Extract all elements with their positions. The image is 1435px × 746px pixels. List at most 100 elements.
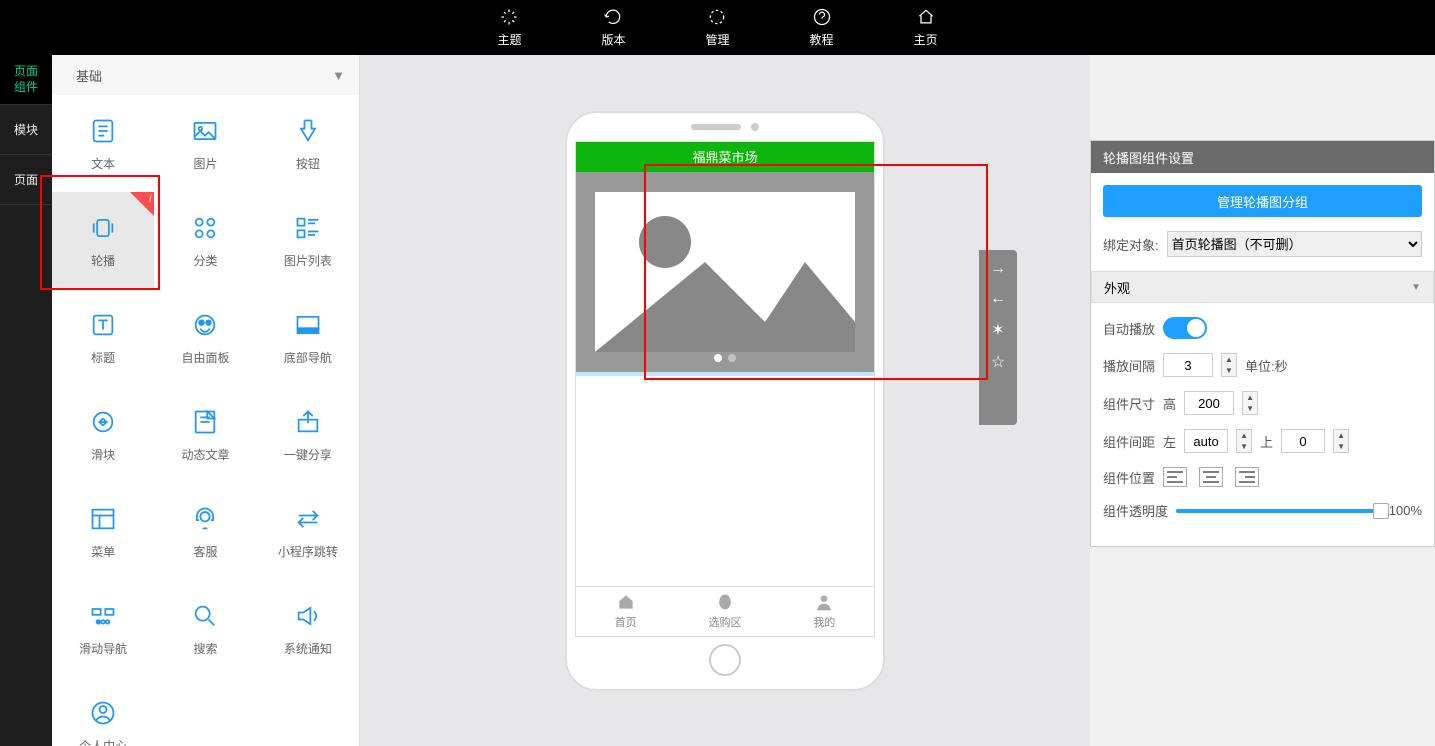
leftbar-page-widgets[interactable]: 页面 组件: [0, 55, 52, 105]
component-label: 系统通知: [284, 640, 332, 657]
action-back-icon[interactable]: ←: [990, 290, 1006, 308]
component-label: 搜索: [193, 640, 217, 657]
component-carousel[interactable]: 轮播: [52, 192, 154, 289]
align-center-button[interactable]: [1199, 467, 1223, 487]
align-right-button[interactable]: [1235, 467, 1259, 487]
interval-input[interactable]: [1163, 353, 1213, 377]
opacity-value: 100%: [1389, 503, 1422, 518]
topbar-version[interactable]: 版本: [601, 7, 625, 48]
phone-tab-shop[interactable]: 选购区: [675, 587, 774, 636]
component-slider[interactable]: 滑块: [52, 386, 154, 483]
action-settings-icon[interactable]: ✶: [991, 320, 1004, 340]
carousel-preview[interactable]: [576, 172, 874, 372]
share-icon: [292, 406, 324, 438]
component-freepanel[interactable]: 自由面板: [154, 289, 256, 386]
chevron-down-icon: ▼: [332, 68, 345, 83]
topbar-manage[interactable]: 管理: [705, 7, 729, 48]
topbar-manage-label: 管理: [705, 31, 729, 48]
appearance-section-header[interactable]: 外观 ▼: [1091, 271, 1434, 303]
interval-label: 播放间隔: [1103, 356, 1155, 375]
margin-left-input[interactable]: [1184, 429, 1228, 453]
category-icon: [189, 212, 221, 244]
left-sidebar: 页面 组件 模块 页面: [0, 55, 52, 746]
phone-mockup: 福鼎菜市场 首页 选购区 我的: [565, 111, 885, 691]
topbar-home-label: 主页: [914, 31, 938, 48]
manage-carousel-button[interactable]: 管理轮播图分组: [1103, 185, 1422, 217]
components-panel: 基础 ▼ 文本 图片按钮轮播 分类 图片列表标题 自由面板底部导航滑块 动态文章一键分享菜…: [52, 55, 360, 746]
component-slidenav[interactable]: 滑动导航: [52, 580, 154, 677]
slider-icon: [87, 406, 119, 438]
leftbar-modules[interactable]: 模块: [0, 105, 52, 155]
chevron-down-icon: ▼: [1411, 282, 1421, 293]
action-star-icon[interactable]: ☆: [991, 352, 1005, 372]
component-title[interactable]: 标题: [52, 289, 154, 386]
component-notice[interactable]: 系统通知: [257, 580, 359, 677]
topbar-tutorial[interactable]: 教程: [810, 7, 834, 48]
carousel-dots: [576, 354, 874, 362]
article-icon: [189, 406, 221, 438]
component-image[interactable]: 图片: [154, 95, 256, 192]
slidenav-icon: [87, 600, 119, 632]
component-label: 一键分享: [284, 446, 332, 463]
menu-icon: [87, 503, 119, 535]
margin-left-label: 左: [1163, 432, 1176, 451]
phone-tab-home[interactable]: 首页: [576, 587, 675, 636]
bind-object-label: 绑定对象:: [1103, 235, 1159, 254]
title-icon: [87, 309, 119, 341]
component-label: 小程序跳转: [278, 543, 338, 560]
component-miniprog[interactable]: 小程序跳转: [257, 483, 359, 580]
size-h-label: 高: [1163, 394, 1176, 413]
margin-top-input[interactable]: [1281, 429, 1325, 453]
component-imglist[interactable]: 图片列表: [257, 192, 359, 289]
component-share[interactable]: 一键分享: [257, 386, 359, 483]
component-button[interactable]: 按钮: [257, 95, 359, 192]
freepanel-icon: [189, 309, 221, 341]
margin-top-spinner[interactable]: ▲▼: [1333, 429, 1349, 453]
profile-icon: [87, 697, 119, 729]
position-label: 组件位置: [1103, 468, 1155, 487]
button-icon: [292, 115, 324, 147]
component-label: 图片列表: [284, 252, 332, 269]
component-label: 滑块: [91, 446, 115, 463]
text-icon: [87, 115, 119, 147]
topbar-home[interactable]: 主页: [914, 7, 938, 48]
component-article[interactable]: 动态文章: [154, 386, 256, 483]
component-label: 个人中心: [79, 737, 127, 746]
notice-icon: [292, 600, 324, 632]
component-search[interactable]: 搜索: [154, 580, 256, 677]
component-menu[interactable]: 菜单: [52, 483, 154, 580]
margin-left-spinner[interactable]: ▲▼: [1236, 429, 1252, 453]
leftbar-pages[interactable]: 页面: [0, 155, 52, 205]
height-input[interactable]: [1184, 391, 1234, 415]
component-label: 底部导航: [284, 349, 332, 366]
phone-notch: [567, 113, 883, 141]
component-bottomnav[interactable]: 底部导航: [257, 289, 359, 386]
position-row: 组件位置: [1103, 467, 1422, 487]
component-label: 轮播: [91, 252, 115, 269]
components-group-header[interactable]: 基础 ▼: [52, 55, 359, 95]
component-label: 文本: [91, 155, 115, 172]
action-move-icon[interactable]: →: [990, 260, 1006, 278]
image-icon: [189, 115, 221, 147]
autoplay-toggle[interactable]: [1163, 317, 1207, 339]
align-left-button[interactable]: [1163, 467, 1187, 487]
components-group-label: 基础: [66, 66, 102, 85]
height-spinner[interactable]: ▲▼: [1242, 391, 1258, 415]
opacity-slider[interactable]: [1176, 509, 1381, 513]
component-label: 分类: [193, 252, 217, 269]
component-text[interactable]: 文本: [52, 95, 154, 192]
size-row: 组件尺寸 高 ▲▼: [1103, 391, 1422, 415]
component-profile[interactable]: 个人中心: [52, 677, 154, 746]
topbar-theme[interactable]: 主题: [497, 7, 521, 48]
phone-screen: 福鼎菜市场 首页 选购区 我的: [575, 141, 875, 637]
phone-tab-mine[interactable]: 我的: [775, 587, 874, 636]
autoplay-label: 自动播放: [1103, 319, 1155, 338]
component-label: 标题: [91, 349, 115, 366]
properties-title: 轮播图组件设置: [1091, 141, 1434, 173]
interval-spinner[interactable]: ▲▼: [1221, 353, 1237, 377]
component-category[interactable]: 分类: [154, 192, 256, 289]
component-service[interactable]: 客服: [154, 483, 256, 580]
components-grid: 文本 图片按钮轮播 分类 图片列表标题 自由面板底部导航滑块 动态文章一键分享菜单客服小程…: [52, 95, 359, 746]
bind-object-select[interactable]: 首页轮播图（不可删）: [1167, 231, 1422, 257]
opacity-row: 组件透明度 100%: [1103, 501, 1422, 520]
